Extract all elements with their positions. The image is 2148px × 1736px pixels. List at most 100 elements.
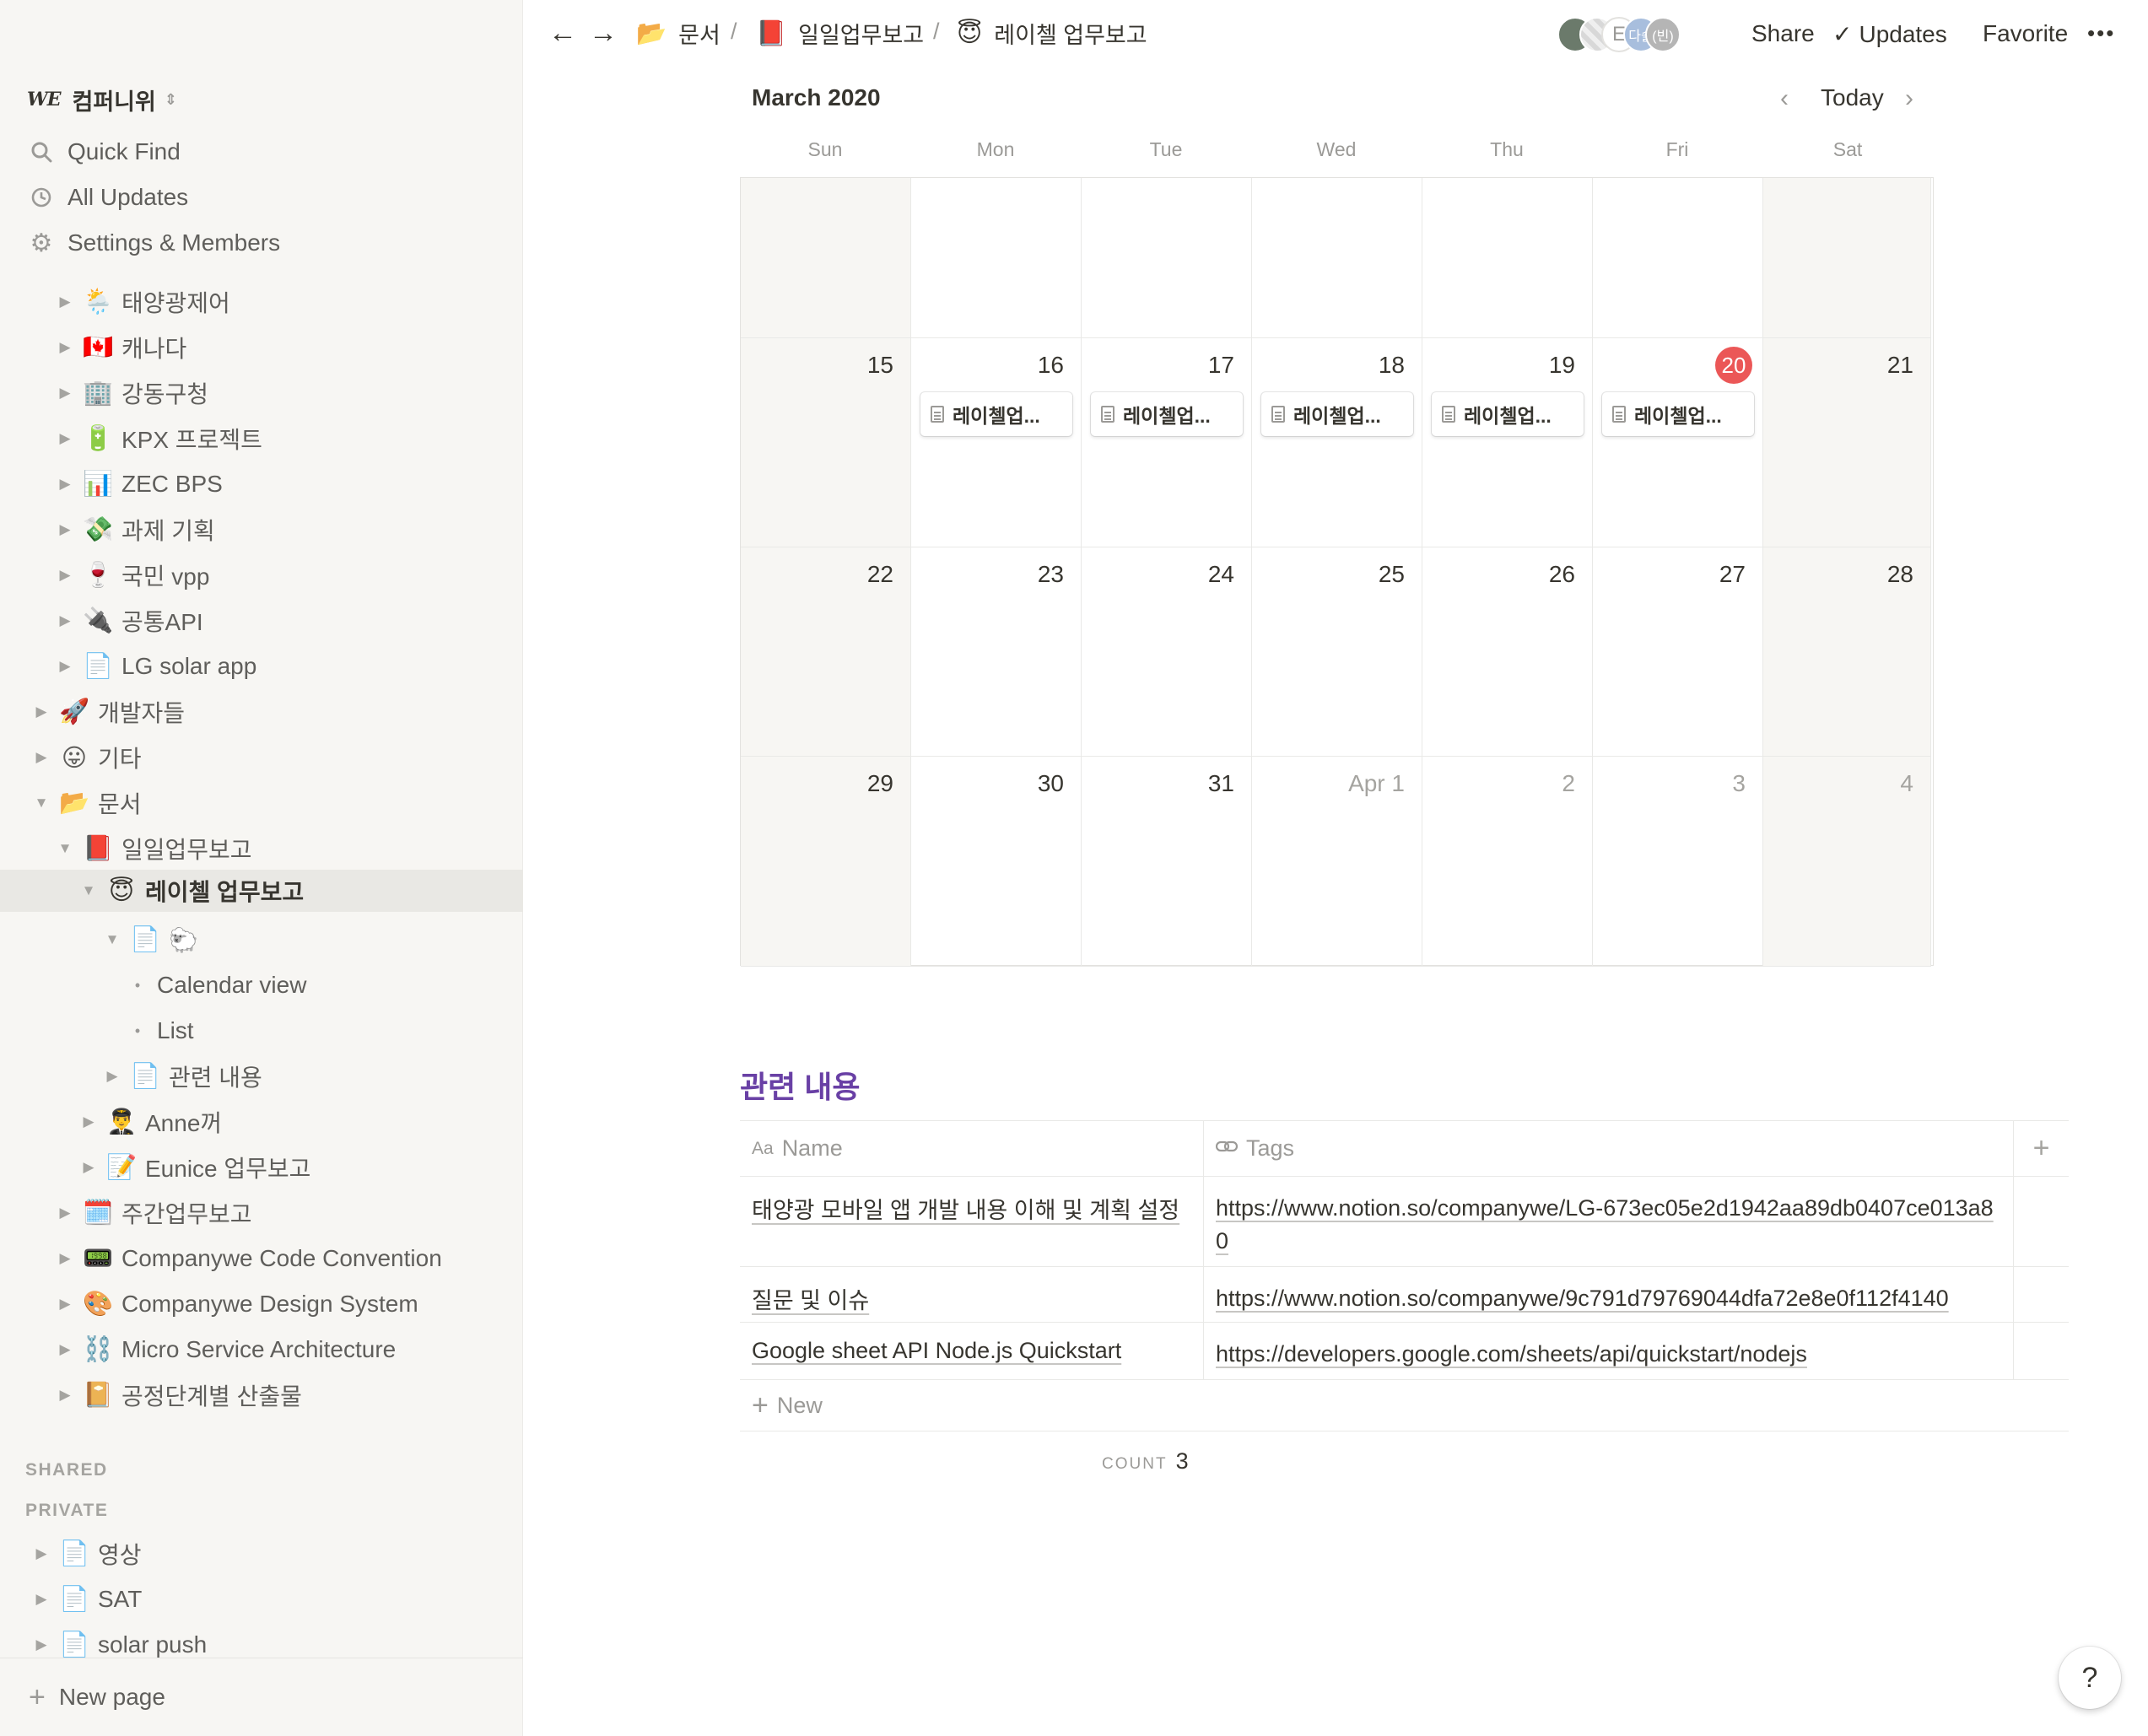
expand-toggle-icon[interactable]: ▶ — [29, 749, 54, 766]
sidebar-item-sat[interactable]: ▶ 📄 SAT — [0, 1578, 523, 1620]
sidebar-item-sheep-page[interactable]: ▼ 📄 🐑 — [0, 919, 523, 961]
sidebar-item-kpx[interactable]: ▶ 🔋 KPX 프로젝트 — [0, 418, 523, 460]
expand-toggle-icon[interactable]: ▶ — [52, 521, 78, 538]
sidebar-item-project-plan[interactable]: ▶ 💸 과제 기획 — [0, 509, 523, 551]
calendar-day-cell[interactable]: 31 — [1082, 757, 1252, 967]
calendar-day-cell[interactable]: 23 — [911, 547, 1082, 757]
collapse-toggle-icon[interactable]: ▼ — [100, 931, 125, 948]
sidebar-item-vpp[interactable]: ▶ 🍷 국민 vpp — [0, 554, 523, 596]
tag-url[interactable]: https://developers.google.com/sheets/api… — [1216, 1341, 1807, 1367]
sidebar-item-weekly-report[interactable]: ▶ 🗓️ 주간업무보고 — [0, 1192, 523, 1234]
calendar-day-cell[interactable]: 29 — [741, 757, 911, 967]
calendar-day-cell[interactable] — [1593, 178, 1763, 338]
calendar-day-cell[interactable] — [1082, 178, 1252, 338]
calendar-day-cell[interactable]: 22 — [741, 547, 911, 757]
tag-url[interactable]: https://www.notion.so/companywe/LG-673ec… — [1216, 1195, 1994, 1253]
calendar-day-cell[interactable]: 26 — [1422, 547, 1593, 757]
back-arrow-icon[interactable]: ← — [548, 17, 577, 50]
expand-toggle-icon[interactable]: ▶ — [29, 1545, 54, 1562]
calendar-day-cell[interactable]: 25 — [1252, 547, 1422, 757]
calendar-day-cell[interactable]: 16 레이첼업... — [911, 338, 1082, 547]
sidebar-item-list-view[interactable]: • List — [0, 1010, 523, 1052]
calendar-day-cell[interactable]: 2 — [1422, 757, 1593, 967]
help-button[interactable]: ? — [2059, 1647, 2121, 1709]
table-row[interactable]: Google sheet API Node.js Quickstart http… — [740, 1322, 2069, 1379]
table-row[interactable]: 태양광 모바일 앱 개발 내용 이해 및 계획 설정 https://www.n… — [740, 1176, 2069, 1266]
row-title[interactable]: Google sheet API Node.js Quickstart — [752, 1338, 1121, 1363]
column-header-tags[interactable]: Tags — [1204, 1121, 2014, 1176]
calendar-day-cell[interactable] — [1763, 178, 1931, 338]
breadcrumb-item-documents[interactable]: 📂 문서 — [636, 17, 720, 50]
updates-button[interactable]: ✓ Updates — [1832, 20, 1947, 48]
sidebar-item-deliverables[interactable]: ▶ 📔 공정단계별 산출물 — [0, 1374, 523, 1416]
share-button[interactable]: Share — [1751, 20, 1815, 47]
tags-cell[interactable]: https://developers.google.com/sheets/api… — [1204, 1323, 2014, 1379]
calendar-day-cell[interactable]: 28 — [1763, 547, 1931, 757]
today-button[interactable]: Today — [1821, 84, 1884, 111]
sidebar-item-anne[interactable]: ▶ 👨‍✈️ Anne꺼 — [0, 1101, 523, 1143]
name-cell[interactable]: 질문 및 이슈 — [740, 1267, 1204, 1322]
forward-arrow-icon[interactable]: → — [589, 17, 618, 50]
name-cell[interactable]: 태양광 모바일 앱 개발 내용 이해 및 계획 설정 — [740, 1177, 1204, 1266]
expand-toggle-icon[interactable]: ▶ — [29, 704, 54, 720]
calendar-day-cell[interactable] — [911, 178, 1082, 338]
expand-toggle-icon[interactable]: ▶ — [29, 1591, 54, 1608]
tags-cell[interactable]: https://www.notion.so/companywe/LG-673ec… — [1204, 1177, 2014, 1266]
expand-toggle-icon[interactable]: ▶ — [52, 658, 78, 675]
quick-find-button[interactable]: Quick Find — [27, 132, 181, 171]
sidebar-item-태양광제어[interactable]: ▶ 🌦️ 태양광제어 — [0, 281, 523, 323]
sidebar-item-msa[interactable]: ▶ ⛓️ Micro Service Architecture — [0, 1329, 523, 1371]
calendar-day-cell[interactable] — [741, 178, 911, 338]
calendar-day-cell[interactable]: 15 — [741, 338, 911, 547]
calendar-day-cell[interactable]: Apr 1 — [1252, 757, 1422, 967]
calendar-event-card[interactable]: 레이첼업... — [1261, 392, 1413, 436]
expand-toggle-icon[interactable]: ▶ — [52, 612, 78, 629]
calendar-event-card[interactable]: 레이첼업... — [1602, 392, 1754, 436]
sidebar-item-code-convention[interactable]: ▶ 📟 Companywe Code Convention — [0, 1237, 523, 1280]
expand-toggle-icon[interactable]: ▶ — [52, 476, 78, 493]
sidebar-item-lg-solar-app[interactable]: ▶ 📄 LG solar app — [0, 645, 523, 687]
calendar-event-card[interactable]: 레이첼업... — [1432, 392, 1584, 436]
sidebar-item-design-system[interactable]: ▶ 🎨 Companywe Design System — [0, 1283, 523, 1325]
sidebar-item-video[interactable]: ▶ 📄 영상 — [0, 1533, 523, 1575]
sidebar-item-zec-bps[interactable]: ▶ 📊 ZEC BPS — [0, 463, 523, 505]
expand-toggle-icon[interactable]: ▶ — [52, 294, 78, 310]
tag-url[interactable]: https://www.notion.so/companywe/9c791d79… — [1216, 1286, 1949, 1311]
breadcrumb-item-daily-report[interactable]: 📕 일일업무보고 — [756, 17, 924, 50]
expand-toggle-icon[interactable]: ▶ — [52, 1205, 78, 1221]
calendar-event-card[interactable]: 레이첼업... — [920, 392, 1072, 436]
all-updates-button[interactable]: All Updates — [27, 178, 188, 217]
calendar-day-cell[interactable]: 17 레이첼업... — [1082, 338, 1252, 547]
name-cell[interactable]: Google sheet API Node.js Quickstart — [740, 1323, 1204, 1379]
sidebar-item-canada[interactable]: ▶ 🇨🇦 캐나다 — [0, 326, 523, 369]
expand-toggle-icon[interactable]: ▶ — [52, 430, 78, 447]
favorite-button[interactable]: Favorite — [1983, 20, 2068, 47]
sidebar-item-related[interactable]: ▶ 📄 관련 내용 — [0, 1055, 523, 1097]
calendar-day-cell[interactable] — [1422, 178, 1593, 338]
sidebar-item-rachel-report[interactable]: ▼ 😇 레이첼 업무보고 — [0, 870, 523, 912]
next-month-chevron-icon[interactable]: › — [1905, 84, 1913, 113]
sidebar-item-daily-report[interactable]: ▼ 📕 일일업무보고 — [0, 828, 523, 870]
expand-toggle-icon[interactable]: ▶ — [29, 1636, 54, 1653]
expand-toggle-icon[interactable]: ▶ — [52, 1387, 78, 1404]
calendar-day-cell[interactable]: 27 — [1593, 547, 1763, 757]
calendar-day-cell[interactable]: 24 — [1082, 547, 1252, 757]
sidebar-item-calendar-view[interactable]: • Calendar view — [0, 964, 523, 1006]
table-row[interactable]: 질문 및 이슈 https://www.notion.so/companywe/… — [740, 1266, 2069, 1322]
sidebar-item-etc[interactable]: ▶ 😛 기타 — [0, 736, 523, 779]
more-options-icon[interactable]: ••• — [2087, 20, 2115, 46]
settings-members-button[interactable]: ⚙ Settings & Members — [27, 224, 281, 262]
calendar-day-cell[interactable]: 4 — [1763, 757, 1931, 967]
expand-toggle-icon[interactable]: ▶ — [52, 1341, 78, 1358]
workspace-switcher[interactable]: WE 컴퍼니위 ⇕ — [27, 83, 177, 116]
expand-toggle-icon[interactable]: ▶ — [52, 1296, 78, 1313]
sidebar-item-developers[interactable]: ▶ 🚀 개발자들 — [0, 691, 523, 733]
avatar[interactable]: (빈) — [1645, 17, 1681, 52]
calendar-day-cell[interactable]: 21 — [1763, 338, 1931, 547]
calendar-day-cell[interactable]: 3 — [1593, 757, 1763, 967]
new-row-button[interactable]: + New — [740, 1379, 2069, 1431]
expand-toggle-icon[interactable]: ▶ — [100, 1068, 125, 1085]
expand-toggle-icon[interactable]: ▶ — [76, 1113, 101, 1130]
sidebar-item-gangdong[interactable]: ▶ 🏢 강동구청 — [0, 372, 523, 414]
row-title[interactable]: 질문 및 이슈 — [752, 1288, 869, 1313]
